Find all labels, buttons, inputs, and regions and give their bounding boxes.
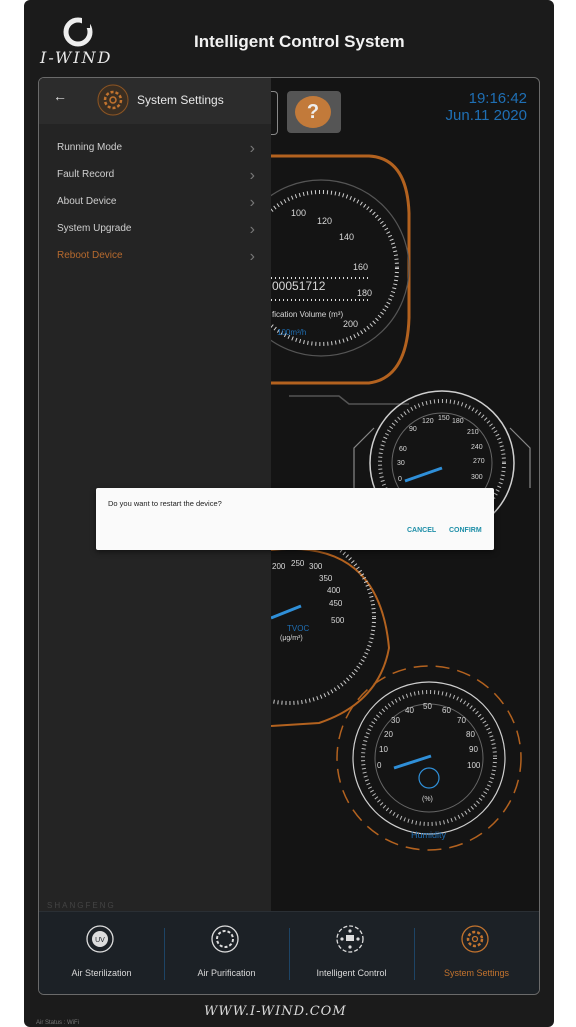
cancel-button[interactable]: CANCEL xyxy=(407,527,436,534)
brand-url: WWW.I-WIND.COM xyxy=(204,1004,347,1019)
app-title: Intelligent Control System xyxy=(194,32,405,51)
restart-confirm-dialog: Do you want to restart the device? CANCE… xyxy=(96,488,494,550)
brand-logo-text: I-WIND xyxy=(40,48,113,67)
dialog-message: Do you want to restart the device? xyxy=(108,499,222,508)
confirm-button[interactable]: CONFIRM xyxy=(449,527,482,534)
device-frame: I-WIND Intelligent Control System 100 12… xyxy=(24,0,554,1027)
app-screen: 100 120 140 160 180 200 00051712 ficatio… xyxy=(38,77,540,995)
brand-logo-icon xyxy=(63,17,93,47)
status-bar-text: Air Status : WiFi xyxy=(36,1020,80,1026)
